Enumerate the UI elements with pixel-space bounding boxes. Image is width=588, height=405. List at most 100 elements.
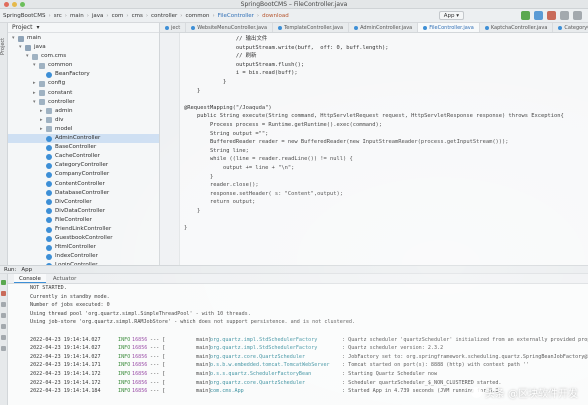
code-line[interactable]: response.setHeader( s: "Content",output)… xyxy=(184,190,584,199)
git-icon[interactable] xyxy=(560,11,569,20)
code-editor[interactable]: // 输出文件 outputStream.write(buff, off: 0,… xyxy=(160,33,588,265)
search-icon[interactable] xyxy=(573,11,582,20)
delete-icon[interactable] xyxy=(1,346,6,351)
tree-item[interactable]: ▾ main xyxy=(8,34,159,43)
tab-actuator[interactable]: Actuator xyxy=(48,274,82,283)
code-line[interactable]: return output; xyxy=(184,198,584,207)
tree-item[interactable]: IndexController xyxy=(8,252,159,261)
tree-item[interactable]: ContentController xyxy=(8,180,159,189)
package-icon xyxy=(46,117,52,124)
code-line[interactable]: // 输出文件 xyxy=(184,35,584,44)
code-line[interactable] xyxy=(184,215,584,224)
camera-icon[interactable] xyxy=(1,313,6,318)
code-line[interactable]: outputStream.write(buff, off: 0, buff.le… xyxy=(184,44,584,53)
code-line[interactable]: } xyxy=(184,224,584,233)
code-line[interactable]: String line; xyxy=(184,147,584,156)
tree-item[interactable]: DivController xyxy=(8,198,159,207)
tree-item[interactable]: DatabaseController xyxy=(8,189,159,198)
breadcrumb-main[interactable]: main xyxy=(70,13,84,19)
stop-icon[interactable] xyxy=(547,11,556,20)
tree-item[interactable]: AdminController xyxy=(8,134,159,144)
code-line[interactable]: @RequestMapping("/Joaquda") xyxy=(184,104,584,113)
tree-item[interactable]: ▸ constant xyxy=(8,89,159,98)
tree-item[interactable]: FileController xyxy=(8,216,159,225)
class-icon xyxy=(46,217,52,224)
tree-item[interactable]: GuestbookController xyxy=(8,234,159,243)
editor-tab[interactable]: AdminController.java xyxy=(349,23,419,32)
tree-item[interactable]: ▾ java xyxy=(8,43,159,52)
run-config-tab[interactable]: App xyxy=(21,266,32,273)
console-log-line: 2022-04-23 19:14:14.171 INFO 16856 --- [ ma… xyxy=(30,361,588,370)
code-line[interactable]: reader.close(); xyxy=(184,181,584,190)
code-line[interactable]: } xyxy=(184,173,584,182)
tree-item[interactable]: CompanyController xyxy=(8,170,159,179)
code-line[interactable]: } xyxy=(184,87,584,96)
editor-tab[interactable]: FileController.java xyxy=(418,23,480,32)
editor-tab[interactable]: KaptchaController.java xyxy=(480,23,554,32)
code-line[interactable]: while ((line = reader.readLine()) != nul… xyxy=(184,155,584,164)
breadcrumb-cms[interactable]: cms xyxy=(132,13,143,19)
breadcrumb-java[interactable]: java xyxy=(92,13,104,19)
code-content[interactable]: // 输出文件 outputStream.write(buff, off: 0,… xyxy=(184,35,584,233)
tree-item[interactable]: ▸ config xyxy=(8,79,159,88)
code-line[interactable] xyxy=(184,95,584,104)
editor-tab[interactable]: WebsiteMenuController.java xyxy=(186,23,274,32)
code-line[interactable]: } xyxy=(184,78,584,87)
code-line[interactable]: output += line + "\n"; xyxy=(184,164,584,173)
breadcrumb-file-method[interactable]: download xyxy=(262,13,289,19)
code-line[interactable]: i = bis.read(buff); xyxy=(184,69,584,78)
close-window-button[interactable] xyxy=(4,2,9,7)
tab-console[interactable]: Console xyxy=(14,274,46,283)
tree-item[interactable]: ▸ model xyxy=(8,125,159,134)
project-panel-title[interactable]: Project xyxy=(12,23,33,32)
editor-tab-label: ject xyxy=(171,24,181,31)
breadcrumb-project[interactable]: SpringBootCMS xyxy=(3,13,46,19)
breadcrumb-controller[interactable]: controller xyxy=(151,13,177,19)
restore-layout-icon[interactable] xyxy=(1,302,6,307)
log-thread: --- [ main] xyxy=(150,370,212,377)
tree-item[interactable]: FriendLinkController xyxy=(8,225,159,234)
run-config-selector[interactable]: App ▾ xyxy=(438,11,464,20)
tree-item-label: DatabaseController xyxy=(55,189,110,196)
code-line[interactable]: // 刷新 xyxy=(184,52,584,61)
log-pid: 16856 xyxy=(132,345,148,352)
tree-item[interactable]: BaseController xyxy=(8,143,159,152)
breadcrumb-src[interactable]: src xyxy=(54,13,62,19)
tree-item[interactable]: DivDataController xyxy=(8,207,159,216)
settings-icon[interactable] xyxy=(1,324,6,329)
pin-icon[interactable] xyxy=(1,335,6,340)
breadcrumb-file-class[interactable]: FileController xyxy=(218,13,254,19)
code-line[interactable]: BufferedReader reader = new BufferedRead… xyxy=(184,138,584,147)
tree-item[interactable]: HtmlController xyxy=(8,243,159,252)
editor-tab[interactable]: ject xyxy=(160,23,187,32)
breadcrumb-separator: › xyxy=(106,12,109,19)
breadcrumb-common[interactable]: common xyxy=(185,13,209,19)
run-icon[interactable] xyxy=(521,11,530,20)
code-line[interactable]: String output =""; xyxy=(184,130,584,139)
tree-item[interactable]: ▸ div xyxy=(8,116,159,125)
class-icon xyxy=(46,199,52,206)
tree-item[interactable]: ▾ controller xyxy=(8,98,159,107)
tree-item[interactable]: ▾ common xyxy=(8,61,159,70)
project-tool-tab[interactable]: Project xyxy=(0,31,8,61)
log-timestamp: 2022-04-23 19:14:14.172 xyxy=(30,370,101,377)
tree-item[interactable]: CategoryController xyxy=(8,161,159,170)
code-line[interactable]: outputStream.flush(); xyxy=(184,61,584,70)
code-line[interactable]: } xyxy=(184,207,584,216)
editor-tab[interactable]: TemplateController.java xyxy=(273,23,350,32)
rerun-icon[interactable] xyxy=(1,280,6,285)
editor-tab[interactable]: CategoryController.java xyxy=(553,23,588,32)
minimize-window-button[interactable] xyxy=(12,2,17,7)
tree-item[interactable]: ▸ admin xyxy=(8,107,159,116)
chevron-down-icon[interactable]: ▾ xyxy=(37,23,40,32)
tree-item[interactable]: CacheController xyxy=(8,152,159,161)
code-line[interactable]: public String execute(String command, Ht… xyxy=(184,112,584,121)
log-logger: org.quartz.impl.StdSchedulerFactory xyxy=(210,336,318,343)
stop-icon[interactable] xyxy=(1,291,6,296)
code-line[interactable]: Process process = Runtime.getRuntime().e… xyxy=(184,121,584,130)
debug-icon[interactable] xyxy=(534,11,543,20)
tree-item[interactable]: BeanFactory xyxy=(8,70,159,79)
breadcrumb-com[interactable]: com xyxy=(112,13,124,19)
tree-item[interactable]: ▾ com.cms xyxy=(8,52,159,61)
maximize-window-button[interactable] xyxy=(20,2,25,7)
